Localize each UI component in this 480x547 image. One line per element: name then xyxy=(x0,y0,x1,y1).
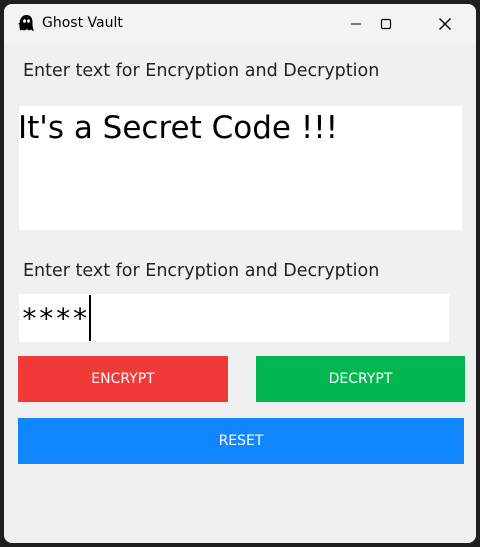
message-textarea[interactable]: It's a Secret Code !!! xyxy=(19,106,462,230)
key-label: Enter text for Encryption and Decryption xyxy=(23,261,380,281)
app-window: Ghost Vault Enter text for Encryption an… xyxy=(4,4,476,543)
secret-key-value: **** xyxy=(21,301,89,335)
maximize-icon xyxy=(380,18,392,30)
secret-key-input[interactable]: **** xyxy=(19,294,449,342)
close-icon xyxy=(438,17,452,31)
maximize-button[interactable] xyxy=(356,4,416,44)
ghost-icon xyxy=(16,13,36,33)
text-caret xyxy=(89,295,92,341)
close-button[interactable] xyxy=(415,4,475,44)
message-text: It's a Secret Code !!! xyxy=(19,110,339,146)
reset-button[interactable]: RESET xyxy=(18,418,464,464)
message-label: Enter text for Encryption and Decryption xyxy=(23,61,380,81)
encrypt-button[interactable]: ENCRYPT xyxy=(18,356,228,402)
decrypt-button[interactable]: DECRYPT xyxy=(256,356,465,402)
title-bar[interactable]: Ghost Vault xyxy=(4,4,476,44)
window-title: Ghost Vault xyxy=(42,15,123,31)
